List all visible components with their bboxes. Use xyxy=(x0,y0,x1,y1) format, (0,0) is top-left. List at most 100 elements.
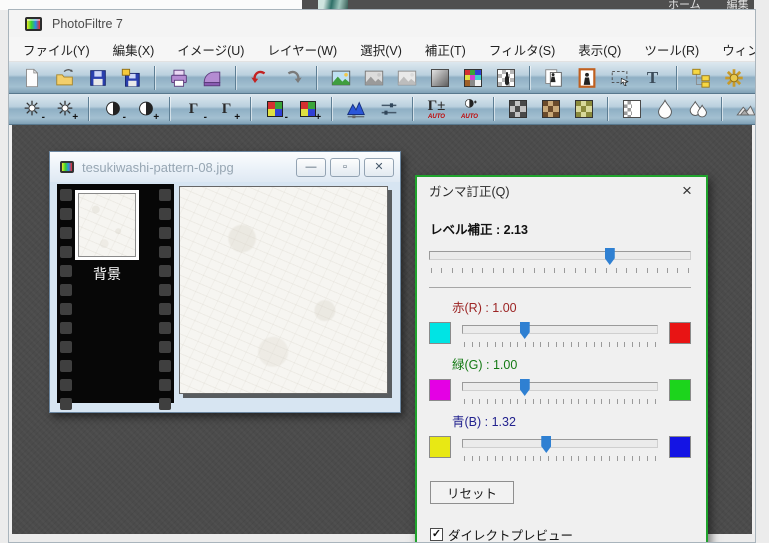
layer-thumbnail-image xyxy=(78,193,136,257)
screen: ホーム 編集 GPS対策 ヘルプ PhotoFiltre 7 ファイル(Y) 編… xyxy=(0,0,769,543)
redo-icon[interactable] xyxy=(279,65,306,91)
auto-levels-icon[interactable]: Γ± AUTO xyxy=(423,96,450,122)
image-canvas[interactable] xyxy=(179,186,388,394)
slider-track[interactable] xyxy=(429,251,691,260)
document-window[interactable]: tesukiwashi-pattern-08.jpg — ▫ ✕ 背景 xyxy=(49,151,401,413)
menu-layer[interactable]: レイヤー(W) xyxy=(267,40,337,59)
levels-icon[interactable] xyxy=(375,96,402,122)
image-gray-icon[interactable] xyxy=(360,65,387,91)
slider-thumb[interactable] xyxy=(519,379,530,396)
filter-sepia-icon[interactable] xyxy=(537,96,564,122)
sprocket-hole xyxy=(159,265,171,277)
document-maximize-button[interactable]: ▫ xyxy=(330,157,360,177)
blur-icon[interactable] xyxy=(651,96,678,122)
document-close-button[interactable]: ✕ xyxy=(364,157,394,177)
red-channel-slider[interactable] xyxy=(462,322,658,348)
brightness-minus-icon[interactable]: - xyxy=(18,96,45,123)
document-body: 背景 xyxy=(50,182,400,412)
save-icon[interactable] xyxy=(84,65,111,91)
blue-channel-slider[interactable] xyxy=(462,436,658,462)
window-title: PhotoFiltre 7 xyxy=(52,16,123,31)
blur-more-icon[interactable] xyxy=(684,96,711,122)
slider-track[interactable] xyxy=(462,439,658,448)
image-color-icon[interactable] xyxy=(327,65,354,91)
level-slider[interactable] xyxy=(429,248,691,274)
gamma-plus-icon[interactable]: Γ + xyxy=(213,96,240,123)
menu-file[interactable]: ファイル(Y) xyxy=(23,40,90,59)
undo-icon[interactable] xyxy=(246,65,273,91)
layer-thumbnail[interactable] xyxy=(75,190,139,260)
filmstrip-holes-left xyxy=(60,189,72,410)
window-panel-icon[interactable] xyxy=(753,65,755,91)
duplicate-layer-icon[interactable] xyxy=(540,65,567,91)
menu-edit[interactable]: 編集(X) xyxy=(113,40,155,59)
direct-preview-checkbox[interactable]: ✓ xyxy=(430,528,443,541)
slider-track[interactable] xyxy=(462,325,658,334)
filter-gray-icon[interactable] xyxy=(504,96,531,122)
image-frame-icon[interactable] xyxy=(573,65,600,91)
sprocket-hole xyxy=(60,360,72,372)
selection-icon[interactable] xyxy=(606,65,633,91)
sprocket-hole xyxy=(60,379,72,391)
divider xyxy=(429,287,691,288)
slider-thumb[interactable] xyxy=(519,322,530,339)
blue-channel-label: 青(B) : 1.32 xyxy=(452,415,516,429)
red-channel-label: 赤(R) : 1.00 xyxy=(452,301,517,315)
slider-ticks xyxy=(464,456,656,461)
sprocket-hole xyxy=(159,303,171,315)
reset-button[interactable]: リセット xyxy=(430,481,514,504)
sprocket-hole xyxy=(60,189,72,201)
sprocket-hole xyxy=(159,227,171,239)
relief-icon[interactable] xyxy=(732,96,755,122)
sprocket-hole xyxy=(159,398,171,410)
filmstrip-holes-right xyxy=(159,189,171,410)
image-fade-icon[interactable] xyxy=(393,65,420,91)
photofiltre-window: PhotoFiltre 7 ファイル(Y) 編集(X) イメージ(U) レイヤー… xyxy=(8,9,756,543)
auto-contrast-icon[interactable]: AUTO xyxy=(456,96,483,122)
filter-olive-icon[interactable] xyxy=(570,96,597,122)
document-minimize-button[interactable]: — xyxy=(296,157,326,177)
green-channel-slider[interactable] xyxy=(462,379,658,405)
menu-filter[interactable]: フィルタ(S) xyxy=(489,40,555,59)
slider-track[interactable] xyxy=(462,382,658,391)
menu-adjust[interactable]: 補正(T) xyxy=(425,40,466,59)
module-gear-icon[interactable] xyxy=(720,65,747,91)
menu-window[interactable]: ウィンドウ(P) xyxy=(722,40,755,59)
histogram-icon[interactable] xyxy=(342,96,369,122)
adjust-toolbar: -+-+Γ-Γ+-+Γ±AUTOAUTO↔ xyxy=(9,94,755,125)
saturation-plus-icon[interactable]: + xyxy=(294,96,321,123)
transparency-icon[interactable] xyxy=(492,65,519,91)
dialog-title-bar[interactable]: ガンマ訂正(Q) × xyxy=(417,177,706,203)
explorer-tree-icon[interactable] xyxy=(687,65,714,91)
open-file-icon[interactable] xyxy=(51,65,78,91)
document-title-bar[interactable]: tesukiwashi-pattern-08.jpg — ▫ ✕ xyxy=(50,152,400,182)
gamma-minus-icon[interactable]: Γ- xyxy=(180,96,207,123)
slider-thumb[interactable] xyxy=(604,248,615,265)
title-bar[interactable]: PhotoFiltre 7 xyxy=(9,10,755,37)
new-file-icon[interactable] xyxy=(18,65,45,91)
sprocket-hole xyxy=(159,360,171,372)
contrast-plus-icon[interactable]: + xyxy=(132,96,159,123)
text-icon[interactable]: T xyxy=(639,65,666,91)
brightness-plus-icon[interactable]: + xyxy=(51,96,78,123)
menu-selection[interactable]: 選択(V) xyxy=(360,40,402,59)
menu-tools[interactable]: ツール(R) xyxy=(644,40,699,59)
menu-view[interactable]: 表示(Q) xyxy=(578,40,621,59)
slider-thumb[interactable] xyxy=(541,436,552,453)
saturation-minus-icon[interactable]: - xyxy=(261,96,288,123)
save-as-icon[interactable] xyxy=(117,65,144,91)
print-icon[interactable] xyxy=(165,65,192,91)
layer-label: 背景 xyxy=(93,266,121,282)
gamma-correction-dialog: ガンマ訂正(Q) × レベル補正 : 2.13 赤(R) : 1.00 緑(G)… xyxy=(415,175,708,542)
menu-image[interactable]: イメージ(U) xyxy=(177,40,244,59)
dialog-close-icon[interactable]: × xyxy=(678,182,696,199)
dither-icon[interactable] xyxy=(618,96,645,122)
toolbar-separator xyxy=(316,65,317,90)
slider-ticks xyxy=(464,342,656,347)
sprocket-hole xyxy=(60,246,72,258)
gray-square-icon[interactable] xyxy=(426,65,453,91)
color-palette-icon[interactable] xyxy=(459,65,486,91)
sprocket-hole xyxy=(60,265,72,277)
scan-icon[interactable] xyxy=(198,65,225,91)
contrast-minus-icon[interactable]: - xyxy=(99,96,126,123)
